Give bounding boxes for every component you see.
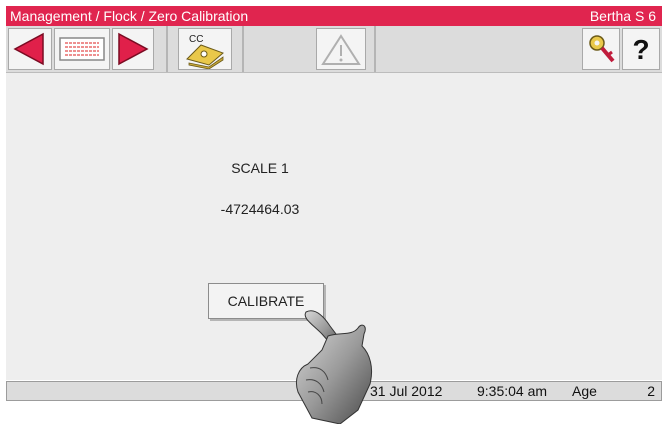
toolbar-divider xyxy=(166,26,168,72)
forward-button[interactable] xyxy=(112,28,154,70)
cc-label: CC xyxy=(189,34,203,45)
status-time: 9:35:04 am xyxy=(477,383,548,399)
help-mark: ? xyxy=(632,34,649,65)
arrow-left-icon xyxy=(13,32,44,66)
age-label: Age xyxy=(572,383,597,399)
warning-triangle-icon xyxy=(321,34,361,65)
back-button[interactable] xyxy=(8,28,52,70)
key-icon xyxy=(589,35,615,63)
scale-label: SCALE 1 xyxy=(231,160,289,176)
pointing-hand-icon xyxy=(295,310,373,424)
toolbar-divider xyxy=(374,26,376,72)
device-name: Bertha S 6 xyxy=(589,8,656,24)
toolbar: CC ? xyxy=(6,26,662,73)
help-icon: ? xyxy=(632,34,649,65)
toolbar-divider xyxy=(242,26,244,72)
title-bar: Management / Flock / Zero Calibration Be… xyxy=(6,6,662,26)
alarm-button[interactable] xyxy=(316,28,366,70)
arrow-right-icon xyxy=(118,32,149,66)
calibration-cc-button[interactable]: CC xyxy=(178,28,232,70)
help-button[interactable]: ? xyxy=(622,28,660,70)
login-key-button[interactable] xyxy=(582,28,620,70)
age-value: 2 xyxy=(647,383,655,399)
list-card-icon xyxy=(59,37,105,61)
list-button[interactable] xyxy=(54,28,110,70)
scale-weight-value: -4724464.03 xyxy=(220,201,300,217)
breadcrumb: Management / Flock / Zero Calibration xyxy=(10,8,249,24)
calibration-cc-icon: CC xyxy=(186,34,224,70)
